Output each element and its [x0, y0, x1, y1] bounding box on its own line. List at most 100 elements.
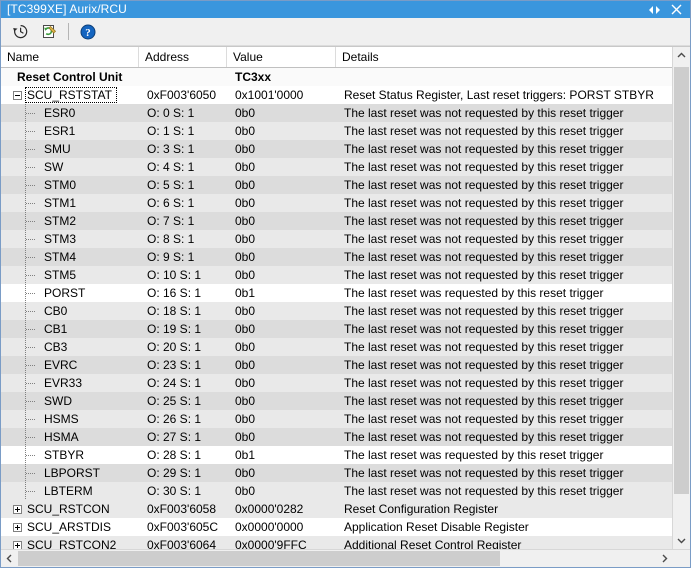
- bitfield-name-label: CB3: [43, 340, 71, 354]
- grid-header: Name Address Value Details: [1, 47, 672, 68]
- bitfield-name-cell: SW: [1, 158, 139, 176]
- bitfield-details-cell: The last reset was not requested by this…: [336, 176, 672, 194]
- horizontal-scrollbar[interactable]: [1, 549, 690, 567]
- bitfield-details-cell: The last reset was not requested by this…: [336, 194, 672, 212]
- bitfield-name-cell: ESR1: [1, 122, 139, 140]
- bitfield-address-cell: O: 8 S: 1: [139, 230, 227, 248]
- expander-plus-icon[interactable]: [9, 536, 26, 549]
- bitfield-details-cell: The last reset was not requested by this…: [336, 374, 672, 392]
- tree-connector-icon: [1, 212, 43, 230]
- table-row[interactable]: STM0O: 5 S: 10b0The last reset was not r…: [1, 176, 672, 194]
- bitfield-name-cell: SMU: [1, 140, 139, 158]
- bitfield-details-cell: The last reset was not requested by this…: [336, 410, 672, 428]
- bitfield-name-cell: LBTERM: [1, 482, 139, 500]
- bitfield-name-label: HSMS: [43, 412, 83, 426]
- help-icon[interactable]: ?: [75, 20, 101, 44]
- table-row[interactable]: STBYRO: 28 S: 10b1The last reset was req…: [1, 446, 672, 464]
- bitfield-value-cell: 0b0: [227, 248, 336, 266]
- table-row[interactable]: CB1O: 19 S: 10b0The last reset was not r…: [1, 320, 672, 338]
- bitfield-name-label: EVRC: [43, 358, 81, 372]
- table-row[interactable]: SMUO: 3 S: 10b0The last reset was not re…: [1, 140, 672, 158]
- bitfield-address-cell: O: 0 S: 1: [139, 104, 227, 122]
- bitfield-name-cell: PORST: [1, 284, 139, 302]
- bitfield-details-cell: The last reset was not requested by this…: [336, 104, 672, 122]
- vertical-scrollbar[interactable]: [672, 47, 690, 549]
- table-row[interactable]: ESR1O: 1 S: 10b0The last reset was not r…: [1, 122, 672, 140]
- register-address-cell: 0xF003'605C: [139, 518, 227, 536]
- table-row[interactable]: STM5O: 10 S: 10b0The last reset was not …: [1, 266, 672, 284]
- bitfield-name-label: HSMA: [43, 430, 83, 444]
- tree-connector-icon: [1, 410, 43, 428]
- register-details-cell: Application Reset Disable Register: [336, 518, 672, 536]
- bitfield-address-cell: O: 26 S: 1: [139, 410, 227, 428]
- table-row[interactable]: SCU_RSTCON0xF003'60580x0000'0282Reset Co…: [1, 500, 672, 518]
- expander-plus-icon[interactable]: [9, 500, 26, 518]
- table-row[interactable]: HSMSO: 26 S: 10b0The last reset was not …: [1, 410, 672, 428]
- column-header-address[interactable]: Address: [139, 47, 227, 67]
- scroll-left-icon[interactable]: [1, 550, 18, 567]
- tree-connector-icon: [1, 176, 43, 194]
- table-row[interactable]: CB3O: 20 S: 10b0The last reset was not r…: [1, 338, 672, 356]
- register-name-cell: SCU_RSTSTAT: [1, 86, 139, 104]
- bitfield-value-cell: 0b0: [227, 230, 336, 248]
- register-details-cell: Reset Status Register, Last reset trigge…: [336, 86, 672, 104]
- table-row[interactable]: ESR0O: 0 S: 10b0The last reset was not r…: [1, 104, 672, 122]
- table-row[interactable]: LBPORSTO: 29 S: 10b0The last reset was n…: [1, 464, 672, 482]
- scroll-up-icon[interactable]: [673, 47, 690, 64]
- table-row[interactable]: STM2O: 7 S: 10b0The last reset was not r…: [1, 212, 672, 230]
- bitfield-value-cell: 0b0: [227, 140, 336, 158]
- horizontal-scroll-track[interactable]: [18, 550, 656, 567]
- scroll-down-icon[interactable]: [673, 532, 690, 549]
- table-row[interactable]: SCU_ARSTDIS0xF003'605C0x0000'0000Applica…: [1, 518, 672, 536]
- column-header-details[interactable]: Details: [336, 47, 672, 67]
- bitfield-address-cell: O: 30 S: 1: [139, 482, 227, 500]
- bitfield-value-cell: 0b0: [227, 212, 336, 230]
- refresh-export-icon[interactable]: [36, 20, 62, 44]
- expander-plus-icon[interactable]: [9, 518, 26, 536]
- window-titlebar[interactable]: [TC399XE] Aurix/RCU: [1, 1, 690, 18]
- table-row[interactable]: CB0O: 18 S: 10b0The last reset was not r…: [1, 302, 672, 320]
- table-row[interactable]: HSMAO: 27 S: 10b0The last reset was not …: [1, 428, 672, 446]
- table-row-group[interactable]: Reset Control Unit TC3xx: [1, 68, 672, 86]
- bitfield-address-cell: O: 29 S: 1: [139, 464, 227, 482]
- horizontal-scroll-thumb[interactable]: [18, 551, 500, 566]
- table-row-register-rststat[interactable]: SCU_RSTSTAT 0xF003'6050 0x1001'0000 Rese…: [1, 86, 672, 104]
- column-header-value[interactable]: Value: [227, 47, 336, 67]
- bitfield-value-cell: 0b0: [227, 122, 336, 140]
- bitfield-details-cell: The last reset was requested by this res…: [336, 446, 672, 464]
- table-row[interactable]: LBTERMO: 30 S: 10b0The last reset was no…: [1, 482, 672, 500]
- history-icon[interactable]: [7, 20, 33, 44]
- grid-rows[interactable]: Reset Control Unit TC3xx SCU_RSTSTAT: [1, 68, 672, 549]
- table-row[interactable]: PORSTO: 16 S: 10b1The last reset was req…: [1, 284, 672, 302]
- bitfield-name-cell: CB1: [1, 320, 139, 338]
- table-row[interactable]: SCU_RSTCON20xF003'60640x0000'9FFCAdditio…: [1, 536, 672, 549]
- restore-dock-icon[interactable]: [648, 3, 661, 16]
- close-icon[interactable]: [670, 3, 683, 16]
- vertical-scroll-thumb[interactable]: [674, 67, 689, 494]
- table-row[interactable]: STM1O: 6 S: 10b0The last reset was not r…: [1, 194, 672, 212]
- table-row[interactable]: STM4O: 9 S: 10b0The last reset was not r…: [1, 248, 672, 266]
- register-name-cell: SCU_RSTCON: [1, 500, 139, 518]
- bitfield-name-label: CB1: [43, 322, 71, 336]
- bitfield-value-cell: 0b1: [227, 446, 336, 464]
- table-row[interactable]: EVR33O: 24 S: 10b0The last reset was not…: [1, 374, 672, 392]
- bitfield-value-cell: 0b0: [227, 428, 336, 446]
- tree-connector-icon: [1, 104, 43, 122]
- tree-connector-icon: [1, 248, 43, 266]
- bitfield-value-cell: 0b0: [227, 374, 336, 392]
- table-row[interactable]: SWDO: 25 S: 10b0The last reset was not r…: [1, 392, 672, 410]
- table-row[interactable]: STM3O: 8 S: 10b0The last reset was not r…: [1, 230, 672, 248]
- column-header-name[interactable]: Name: [1, 47, 139, 67]
- table-row[interactable]: SWO: 4 S: 10b0The last reset was not req…: [1, 158, 672, 176]
- scroll-right-icon[interactable]: [656, 550, 673, 567]
- bitfield-value-cell: 0b0: [227, 482, 336, 500]
- tree-connector-icon: [1, 428, 43, 446]
- expander-minus-icon[interactable]: [9, 86, 26, 104]
- tree-connector-icon: [1, 482, 43, 500]
- vertical-scroll-track[interactable]: [673, 64, 690, 532]
- table-row[interactable]: EVRCO: 23 S: 10b0The last reset was not …: [1, 356, 672, 374]
- register-value-cell: 0x0000'9FFC: [227, 536, 336, 549]
- bitfield-name-label: SMU: [43, 142, 75, 156]
- bitfield-address-cell: O: 9 S: 1: [139, 248, 227, 266]
- tree-connector-icon: [1, 374, 43, 392]
